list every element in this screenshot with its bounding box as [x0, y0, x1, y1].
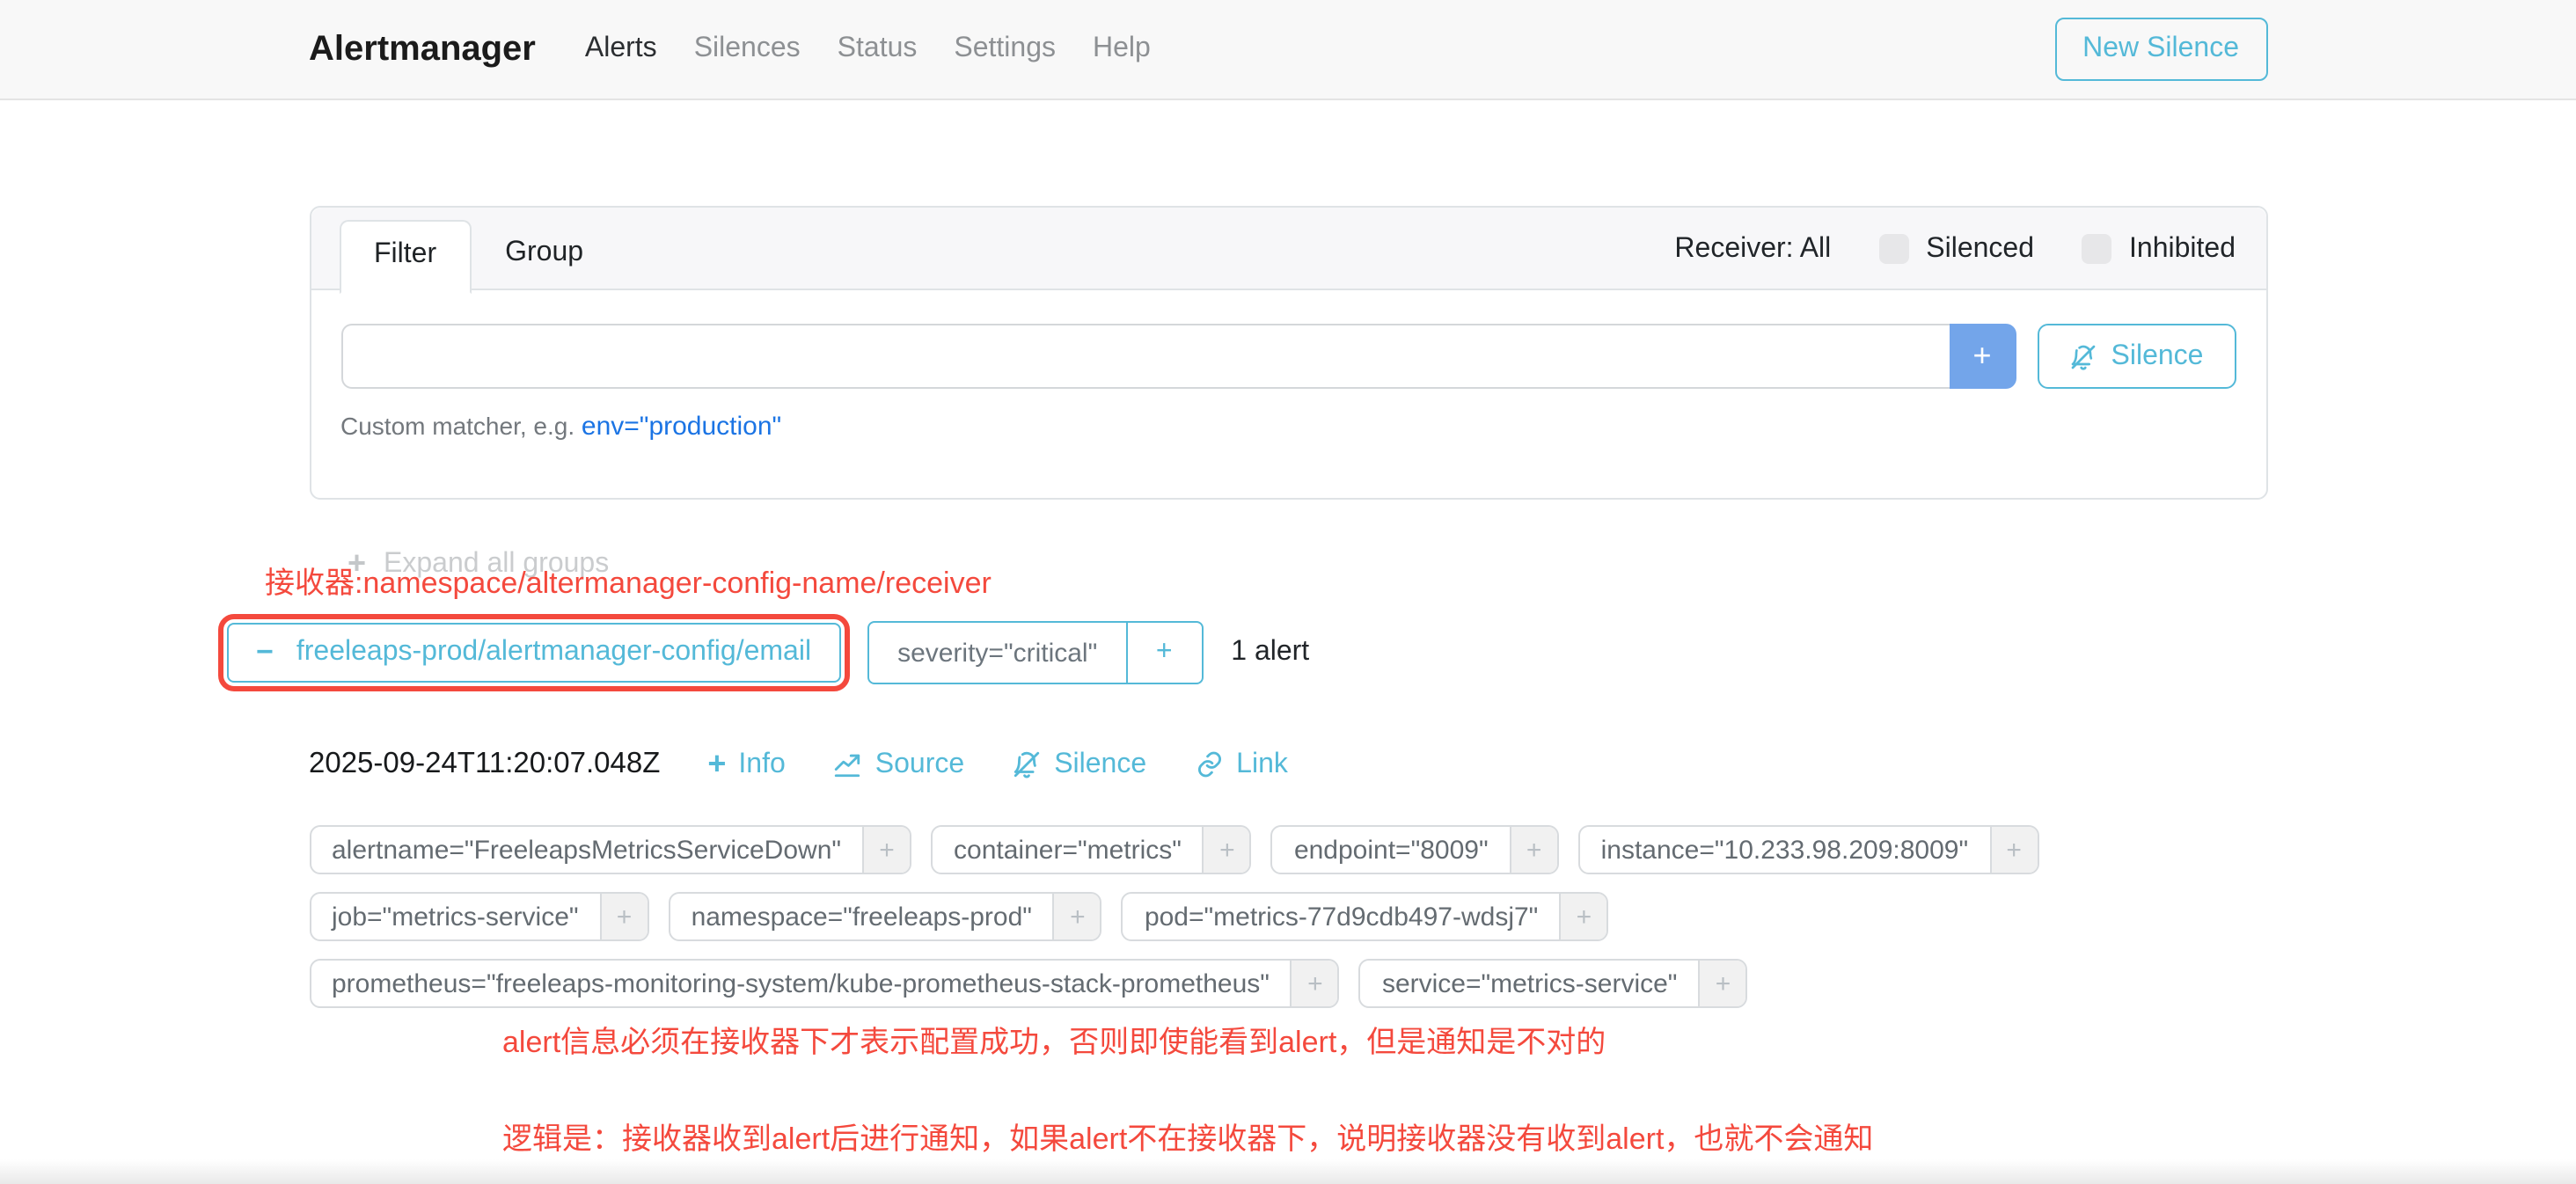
label-chip-job: job="metrics-service" +	[309, 892, 649, 941]
label-add-filter-button[interactable]: +	[600, 894, 648, 939]
plus-icon: +	[707, 746, 726, 783]
label-add-filter-button[interactable]: +	[1989, 827, 2037, 873]
alert-timestamp: 2025-09-24T11:20:07.048Z	[309, 748, 660, 781]
label-text: instance="10.233.98.209:8009"	[1580, 827, 1990, 873]
nav-item-status[interactable]: Status	[838, 33, 918, 65]
silenced-checkbox[interactable]	[1878, 234, 1908, 264]
nav-links: Alerts Silences Status Settings Help	[585, 33, 1151, 65]
alert-silence-label: Silence	[1054, 749, 1146, 780]
nav-item-settings[interactable]: Settings	[954, 33, 1056, 65]
inhibited-label: Inhibited	[2129, 233, 2236, 265]
silence-button-label: Silence	[2111, 340, 2204, 372]
alert-link-button[interactable]: Link	[1194, 749, 1288, 780]
label-text: pod="metrics-77d9cdb497-wdsj7"	[1123, 894, 1559, 939]
annotation-config-note: alert信息必须在接收器下才表示配置成功，否则即使能看到alert，但是通知是…	[502, 1024, 2267, 1063]
label-chip-alertname: alertname="FreeleapsMetricsServiceDown" …	[309, 825, 911, 874]
label-add-filter-button[interactable]: +	[1698, 961, 1745, 1006]
label-add-filter-button[interactable]: +	[1203, 827, 1250, 873]
label-chip-endpoint: endpoint="8009" +	[1271, 825, 1559, 874]
label-chip-service: service="metrics-service" +	[1359, 959, 1748, 1008]
silence-from-filter-button[interactable]: Silence	[2037, 324, 2236, 389]
alert-info-button[interactable]: + Info	[707, 746, 785, 783]
label-text: endpoint="8009"	[1273, 827, 1510, 873]
filter-card: Filter Group Receiver: All Silenced Inhi…	[309, 206, 2267, 500]
label-chip-namespace: namespace="freeleaps-prod" +	[669, 892, 1102, 941]
label-chip-pod: pod="metrics-77d9cdb497-wdsj7" +	[1122, 892, 1608, 941]
alert-source-link[interactable]: Source	[833, 749, 964, 780]
inhibited-toggle[interactable]: Inhibited	[2082, 233, 2236, 265]
alert-link-label: Link	[1236, 749, 1288, 780]
app-brand[interactable]: Alertmanager	[309, 29, 536, 69]
label-chip-container: container="metrics" +	[931, 825, 1252, 874]
bottom-shadow	[0, 1159, 2576, 1184]
label-text: namespace="freeleaps-prod"	[670, 894, 1053, 939]
alert-group-header: − freeleaps-prod/alertmanager-config/ema…	[217, 614, 2267, 691]
matcher-example-link[interactable]: env="production"	[582, 412, 781, 442]
nav-item-help[interactable]: Help	[1093, 33, 1151, 65]
filter-card-body: + Silence Custom matcher, e.g.	[311, 290, 2265, 498]
bell-slash-icon	[2069, 342, 2097, 370]
alert-header-row: 2025-09-24T11:20:07.048Z + Info Source	[309, 746, 2267, 783]
alert-silence-button[interactable]: Silence	[1012, 749, 1146, 780]
bell-slash-icon	[1012, 749, 1042, 779]
add-matcher-button[interactable]: +	[1949, 324, 2016, 389]
filter-tabs: Filter Group	[339, 220, 617, 294]
chart-line-icon	[833, 749, 863, 779]
label-text: container="metrics"	[933, 827, 1203, 873]
receiver-filter-dropdown[interactable]: Receiver: All	[1674, 233, 1831, 265]
tab-filter[interactable]: Filter	[339, 220, 472, 294]
receiver-group-button[interactable]: − freeleaps-prod/alertmanager-config/ema…	[226, 623, 841, 683]
navbar: Alertmanager Alerts Silences Status Sett…	[0, 0, 2576, 100]
tab-group[interactable]: Group	[472, 220, 617, 294]
filter-card-header: Filter Group Receiver: All Silenced Inhi…	[311, 208, 2265, 290]
label-text: job="metrics-service"	[311, 894, 600, 939]
label-chip-prometheus: prometheus="freeleaps-monitoring-system/…	[309, 959, 1340, 1008]
label-chip-instance: instance="10.233.98.209:8009" +	[1578, 825, 2039, 874]
alert-info-label: Info	[738, 749, 785, 780]
label-add-filter-button[interactable]: +	[1291, 961, 1338, 1006]
nav-item-silences[interactable]: Silences	[694, 33, 801, 65]
alert-source-label: Source	[875, 749, 964, 780]
group-matcher-label: severity="critical"	[869, 623, 1125, 683]
inhibited-checkbox[interactable]	[2082, 234, 2111, 264]
label-text: alertname="FreeleapsMetricsServiceDown"	[311, 827, 862, 873]
link-icon	[1194, 749, 1224, 779]
silenced-toggle[interactable]: Silenced	[1878, 233, 2034, 265]
matcher-help-text: Custom matcher, e.g.	[340, 412, 574, 440]
group-matcher-add-button[interactable]: +	[1125, 623, 1201, 683]
matcher-input[interactable]	[340, 324, 1949, 389]
group-matcher-chip: severity="critical" +	[867, 621, 1203, 684]
matcher-help: Custom matcher, e.g. env="production"	[340, 412, 2236, 442]
alert-labels: alertname="FreeleapsMetricsServiceDown" …	[309, 825, 2068, 1008]
alert-count: 1 alert	[1231, 637, 1309, 669]
label-add-filter-button[interactable]: +	[1510, 827, 1557, 873]
annotation-red-box: − freeleaps-prod/alertmanager-config/ema…	[217, 614, 850, 691]
label-text: prometheus="freeleaps-monitoring-system/…	[311, 961, 1291, 1006]
label-add-filter-button[interactable]: +	[1053, 894, 1101, 939]
nav-item-alerts[interactable]: Alerts	[585, 33, 657, 65]
label-add-filter-button[interactable]: +	[1559, 894, 1606, 939]
alertmanager-page: Alertmanager Alerts Silences Status Sett…	[0, 0, 2576, 1184]
annotation-receiver-note: 接收器:namespace/altermanager-config-name/r…	[265, 565, 2267, 603]
receiver-group-label: freeleaps-prod/alertmanager-config/email	[296, 637, 811, 669]
annotation-logic-note-line1: 逻辑是：接收器收到alert后进行通知，如果alert不在接收器下，说明接收器没…	[502, 1121, 2267, 1159]
label-add-filter-button[interactable]: +	[862, 827, 910, 873]
silenced-label: Silenced	[1926, 233, 2034, 265]
new-silence-button[interactable]: New Silence	[2054, 18, 2267, 81]
label-text: service="metrics-service"	[1361, 961, 1699, 1006]
minus-icon: −	[256, 635, 274, 670]
